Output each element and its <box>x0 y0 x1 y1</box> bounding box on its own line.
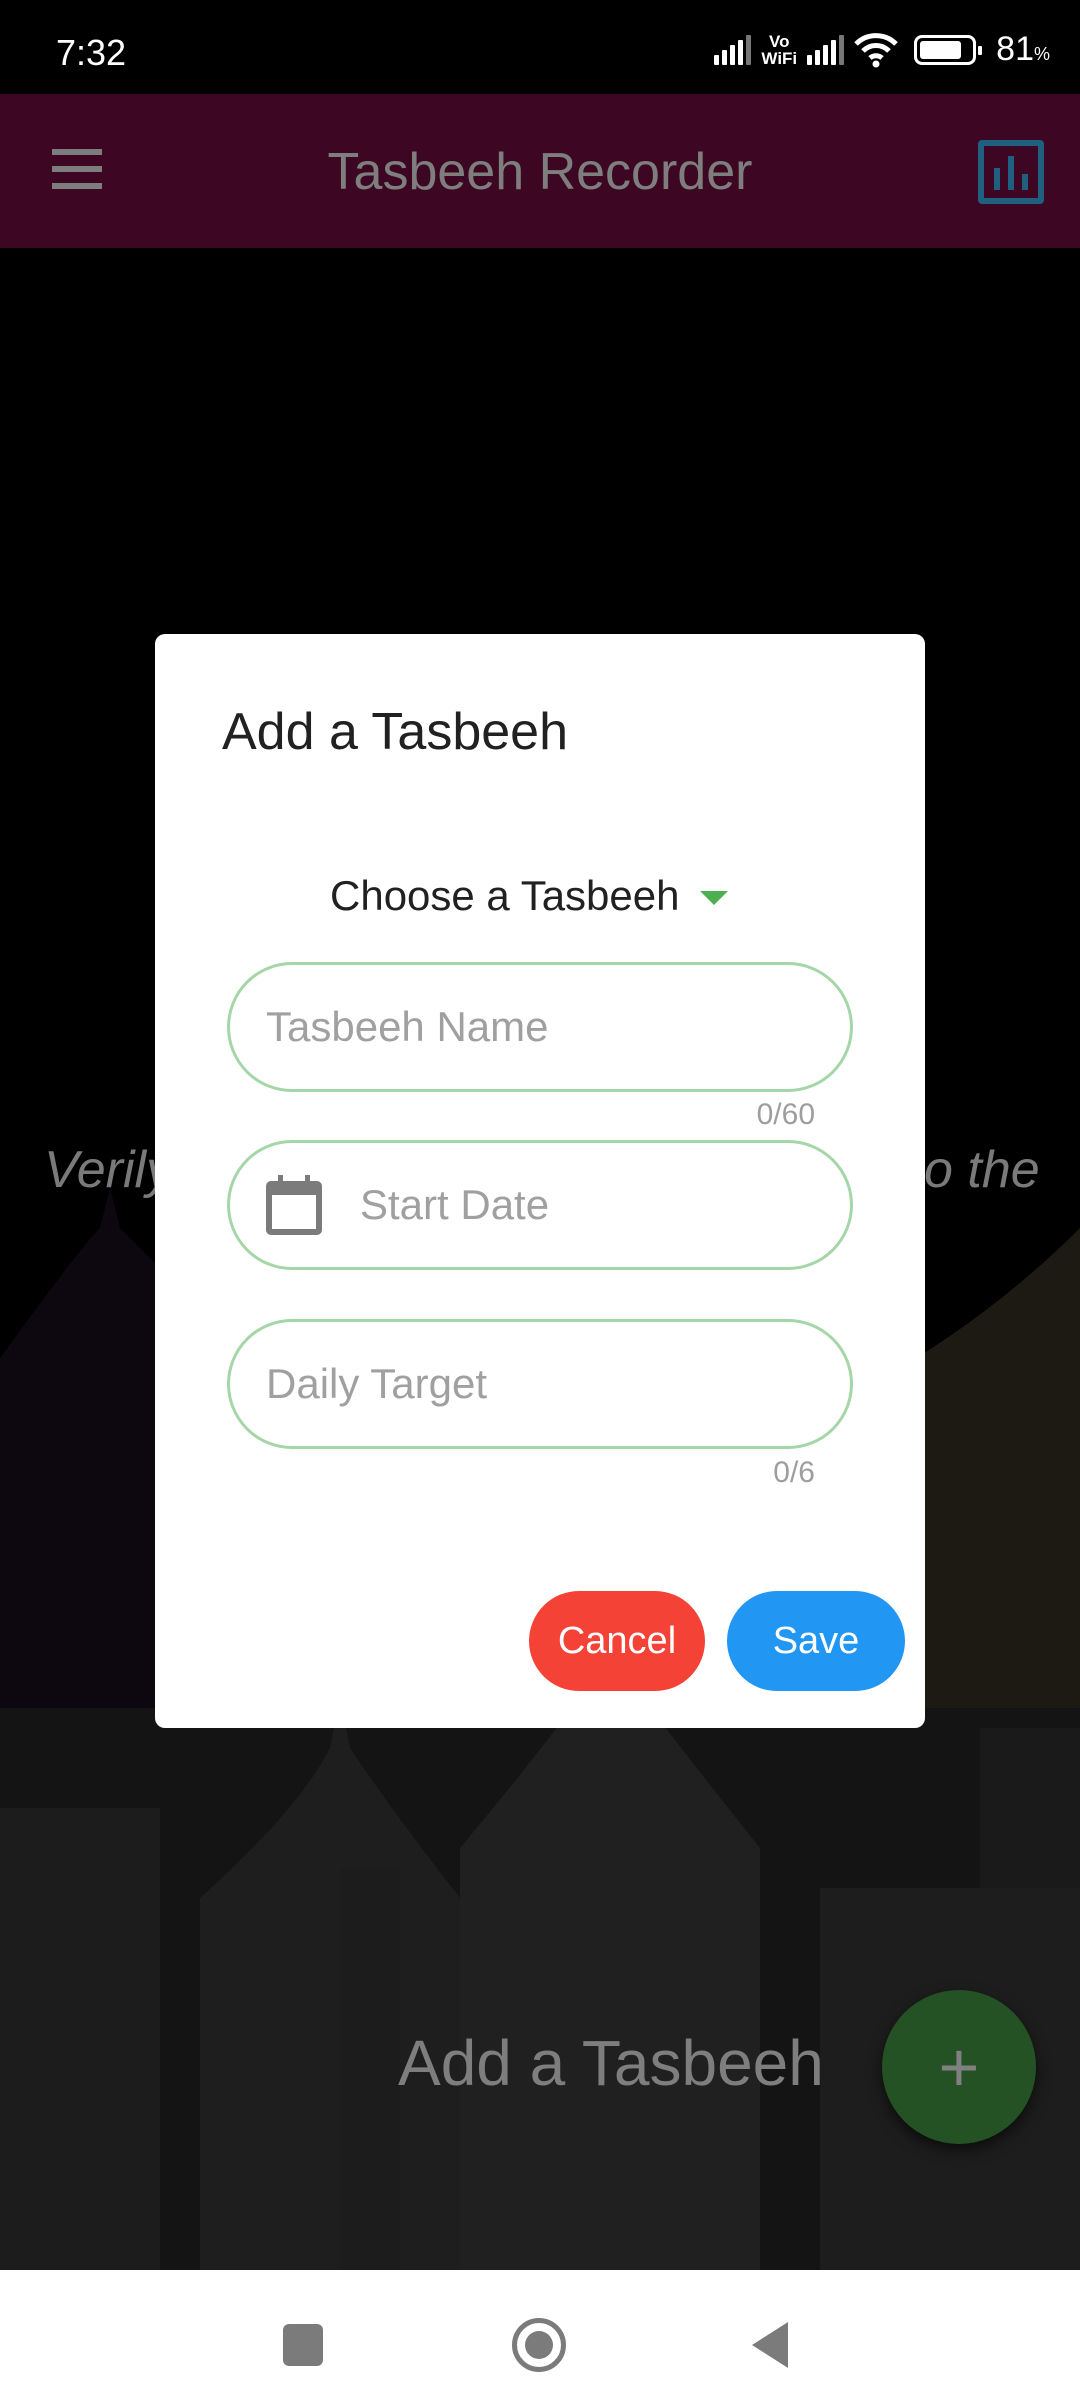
battery-fill <box>920 40 961 59</box>
add-tasbeeh-fab[interactable]: + <box>882 1990 1036 2144</box>
daily-target-field[interactable] <box>227 1319 853 1449</box>
status-time: 7:32 <box>56 32 127 73</box>
cancel-button[interactable]: Cancel <box>529 1591 705 1691</box>
add-tasbeeh-dialog: Add a Tasbeeh Choose a Tasbeeh 0/60 0/6 … <box>155 634 925 1728</box>
start-date-field[interactable] <box>227 1140 853 1270</box>
recent-apps-icon[interactable] <box>283 2324 323 2366</box>
battery-percent: 81% <box>996 30 1050 68</box>
daily-target-counter: 0/6 <box>773 1456 815 1489</box>
dialog-title: Add a Tasbeeh <box>222 703 568 761</box>
plus-icon: + <box>938 2028 980 2106</box>
cellular-signal-icon <box>714 34 752 65</box>
choose-tasbeeh-dropdown[interactable]: Choose a Tasbeeh <box>330 872 728 920</box>
start-date-input[interactable] <box>360 1181 850 1229</box>
tasbeeh-name-input[interactable] <box>266 1003 850 1051</box>
battery-icon <box>914 34 983 65</box>
system-nav-bar <box>0 2270 1080 2400</box>
tasbeeh-name-field[interactable] <box>227 962 853 1092</box>
daily-target-input[interactable] <box>266 1360 850 1408</box>
vowifi-icon: Vo WiFi <box>761 31 798 68</box>
dropdown-arrow-icon <box>699 891 728 905</box>
wifi-icon <box>854 32 898 67</box>
back-icon[interactable] <box>752 2322 788 2368</box>
tasbeeh-name-counter: 0/60 <box>756 1098 815 1131</box>
add-tasbeeh-label: Add a Tasbeeh <box>398 2027 824 2099</box>
status-bar: 7:32 Vo WiFi 81% <box>0 0 1080 94</box>
calendar-icon[interactable] <box>266 1175 322 1235</box>
dropdown-label: Choose a Tasbeeh <box>330 872 680 919</box>
save-button[interactable]: Save <box>727 1591 905 1691</box>
status-icons: Vo WiFi 81% <box>714 30 1050 69</box>
cellular-signal-2-icon <box>807 34 845 65</box>
bar-chart-icon[interactable] <box>978 140 1044 204</box>
home-icon[interactable] <box>512 2318 566 2372</box>
app-bar: Tasbeeh Recorder <box>0 94 1080 248</box>
app-title: Tasbeeh Recorder <box>327 143 753 201</box>
